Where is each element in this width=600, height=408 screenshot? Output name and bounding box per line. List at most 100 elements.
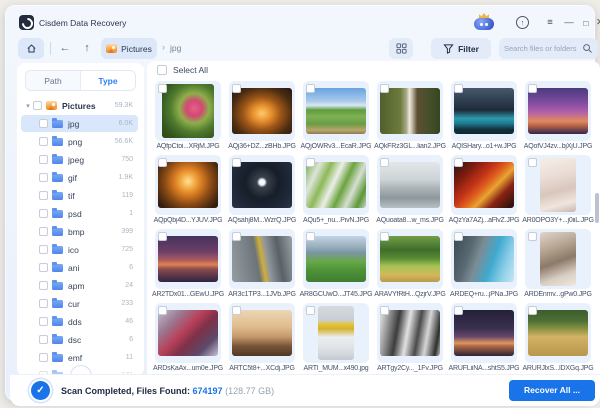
promo-mascot-icon[interactable] (473, 13, 495, 30)
file-card[interactable]: ARTC5t8+...XCdj.JPG (229, 303, 295, 363)
row-checkbox[interactable] (33, 101, 42, 110)
row-checkbox[interactable] (39, 299, 48, 308)
row-checkbox[interactable] (39, 173, 48, 182)
file-checkbox[interactable] (232, 232, 241, 241)
row-checkbox[interactable] (39, 263, 48, 272)
file-checkbox[interactable] (158, 158, 167, 167)
breadcrumb-root[interactable]: Pictures (101, 38, 157, 59)
vertical-scrollbar[interactable] (595, 193, 599, 223)
file-card[interactable]: ARUFLiiNA...shtS5.JPG (451, 303, 517, 363)
sidebar-item-ani[interactable]: ani 6 (21, 259, 138, 276)
file-checkbox[interactable] (380, 306, 389, 315)
file-checkbox[interactable] (528, 306, 537, 315)
file-card[interactable]: AQpQbj4D...YJUV.JPG (155, 155, 221, 215)
row-checkbox[interactable] (39, 155, 48, 164)
file-checkbox[interactable] (306, 158, 315, 167)
maximize-button[interactable]: □ (579, 16, 593, 30)
sidebar-item-psd[interactable]: psd 1 (21, 205, 138, 222)
file-checkbox[interactable] (380, 84, 389, 93)
home-button[interactable] (18, 38, 44, 59)
sidebar-item-ico[interactable]: ico 725 (21, 241, 138, 258)
file-card[interactable]: ARDEQ+ru...jPNa.JPG (451, 229, 517, 289)
sidebar-item-pictures[interactable]: ▾ Pictures 59.3K (21, 97, 138, 114)
menu-icon[interactable]: ≡ (543, 16, 557, 30)
row-checkbox[interactable] (39, 227, 48, 236)
tab-path[interactable]: Path (26, 71, 81, 90)
file-checkbox[interactable] (232, 306, 241, 315)
sidebar-item-jpg[interactable]: jpg 6.0K (21, 115, 138, 132)
file-checkbox[interactable] (306, 232, 315, 241)
back-button[interactable]: ← (54, 38, 76, 59)
file-card[interactable]: AQofVJ4zv...bjXjU.JPG (525, 81, 591, 141)
sidebar-item-cur[interactable]: cur 233 (21, 295, 138, 312)
file-card[interactable]: AQj36+DZ...zBHb.JPG (229, 81, 295, 141)
file-card[interactable]: AR2TDx01...GEwU.JPG (155, 229, 221, 289)
file-checkbox[interactable] (306, 84, 315, 93)
file-checkbox[interactable] (528, 158, 537, 167)
sidebar-item-dsc[interactable]: dsc 6 (21, 331, 138, 348)
file-card[interactable]: ARAVYfRtH...QzjrV.JPG (377, 229, 443, 289)
row-checkbox[interactable] (39, 191, 48, 200)
file-card[interactable]: AQfpCtoi...XRjM.JPG (155, 81, 221, 141)
filter-button[interactable]: Filter (431, 38, 491, 59)
file-checkbox[interactable] (454, 306, 463, 315)
file-card[interactable]: ARTgy2Cy..._1Fv.JPG (377, 303, 443, 363)
file-card[interactable]: AR0OPO3Y+...j0iiL.JPG (525, 155, 591, 215)
sidebar-item-apm[interactable]: apm 24 (21, 277, 138, 294)
grid-view-button[interactable] (389, 38, 413, 59)
file-checkbox[interactable] (232, 84, 241, 93)
search-box[interactable] (499, 38, 598, 59)
row-checkbox[interactable] (39, 281, 48, 290)
file-checkbox[interactable] (158, 306, 167, 315)
sidebar-item-emf[interactable]: emf 11 (21, 349, 138, 366)
sidebar-item-gif[interactable]: gif 1.9K (21, 169, 138, 186)
file-card[interactable]: AQzYa7AZj...aFlvZ.JPG (451, 155, 517, 215)
close-button[interactable]: ✕ (593, 16, 600, 30)
file-card[interactable]: AR8GCUwO...JT45.JPG (303, 229, 369, 289)
minimize-button[interactable]: — (562, 16, 576, 30)
caret-down-icon[interactable]: ▾ (23, 102, 33, 110)
up-button[interactable]: ↑ (76, 38, 98, 59)
file-card[interactable]: ARDEnmv...gPw0.JPG (525, 229, 591, 289)
file-checkbox[interactable] (454, 158, 463, 167)
search-input[interactable] (504, 44, 579, 53)
file-checkbox[interactable] (158, 232, 167, 241)
file-checkbox[interactable] (380, 158, 389, 167)
file-card[interactable]: AQlSHary...o1+w.JPG (451, 81, 517, 141)
sidebar-item-png[interactable]: png 56.6K (21, 133, 138, 150)
file-card[interactable]: ARTI_MUM...x490.jpg (303, 303, 369, 363)
file-checkbox[interactable] (380, 232, 389, 241)
sidebar-item-dds[interactable]: dds 46 (21, 313, 138, 330)
recover-all-button[interactable]: Recover All ... (509, 380, 595, 401)
file-checkbox[interactable] (306, 306, 315, 315)
row-checkbox[interactable] (39, 317, 48, 326)
select-all-checkbox[interactable] (157, 65, 167, 75)
row-checkbox[interactable] (39, 245, 48, 254)
row-checkbox[interactable] (39, 209, 48, 218)
file-checkbox[interactable] (454, 232, 463, 241)
file-card[interactable]: AQuoata8...w_ms.JPG (377, 155, 443, 215)
file-card[interactable]: AQsahj8M...WzrQ.JPG (229, 155, 295, 215)
file-checkbox[interactable] (528, 232, 537, 241)
file-card[interactable]: ARURJlxS...lDXGq.JPG (525, 303, 591, 363)
tab-type[interactable]: Type (81, 71, 135, 90)
file-checkbox[interactable] (232, 158, 241, 167)
row-checkbox[interactable] (39, 119, 48, 128)
row-checkbox[interactable] (39, 335, 48, 344)
file-card[interactable]: AQu5+_nu...PivN.JPG (303, 155, 369, 215)
file-checkbox[interactable] (528, 84, 537, 93)
file-card[interactable]: ARDsKaAx...um0e.JPG (155, 303, 221, 363)
breadcrumb-current[interactable]: jpg (170, 43, 181, 53)
sidebar-item-tif[interactable]: tif 119 (21, 187, 138, 204)
select-all[interactable]: Select All (157, 65, 208, 75)
file-card[interactable]: AR3c1TP3...1JVb.JPG (229, 229, 295, 289)
file-checkbox[interactable] (158, 84, 167, 93)
file-checkbox[interactable] (454, 84, 463, 93)
file-card[interactable]: AQjOWRv3...EcaR.JPG (303, 81, 369, 141)
sidebar-item-bmp[interactable]: bmp 399 (21, 223, 138, 240)
row-checkbox[interactable] (39, 353, 48, 362)
sidebar-item-jpeg[interactable]: jpeg 750 (21, 151, 138, 168)
row-checkbox[interactable] (39, 137, 48, 146)
upgrade-icon[interactable]: ↑ (516, 16, 529, 29)
file-card[interactable]: AQkFRz3GL...lian2.JPG (377, 81, 443, 141)
